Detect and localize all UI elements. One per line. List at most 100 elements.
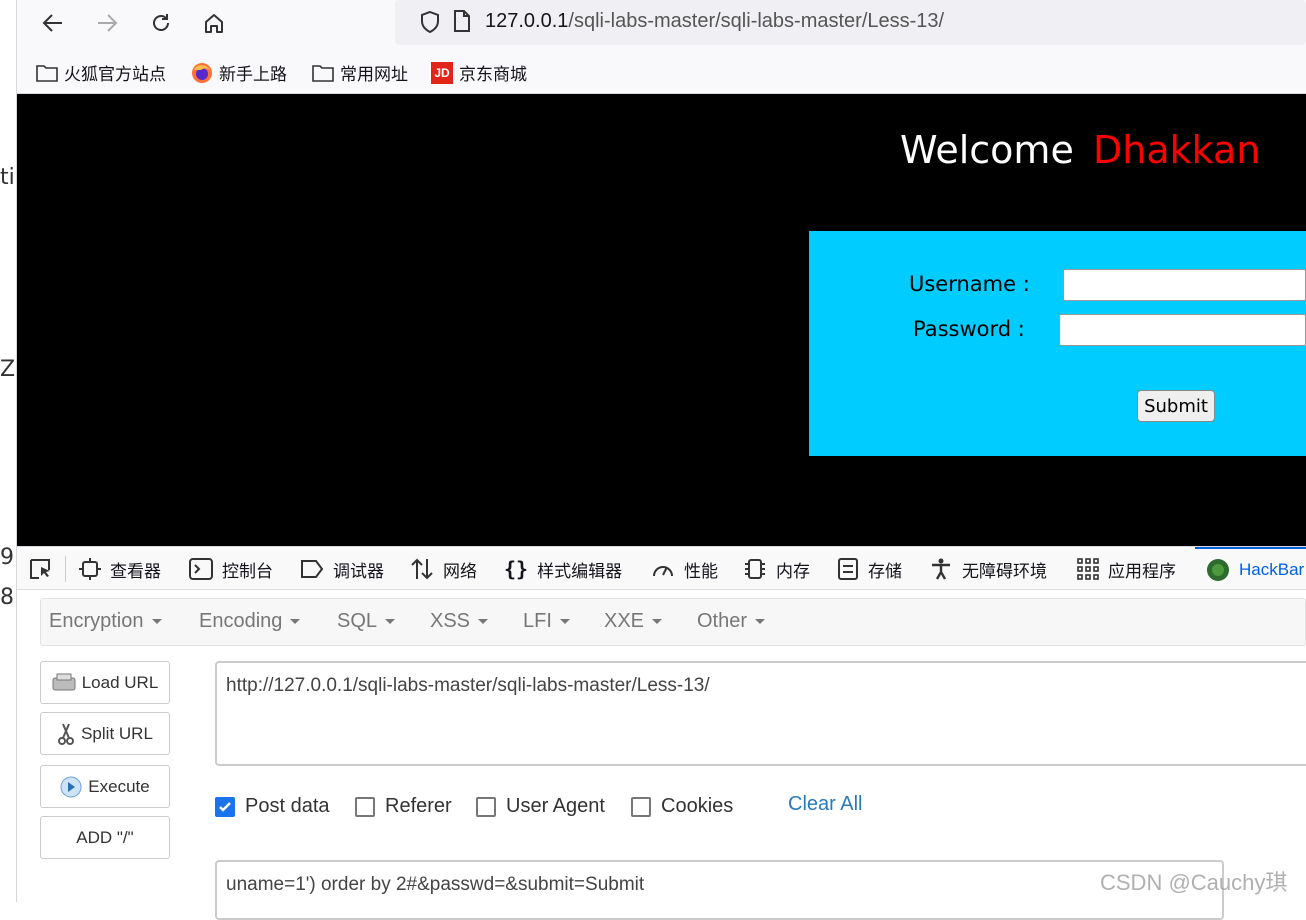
menu-encoding[interactable]: Encoding (199, 610, 301, 633)
url-text[interactable]: 127.0.0.1/sqli-labs-master/sqli-labs-mas… (485, 10, 944, 33)
page-icon[interactable] (453, 10, 471, 32)
caret-down-icon (755, 619, 766, 625)
referer-checkbox[interactable]: Referer (355, 795, 452, 818)
tab-memory[interactable]: 内存 (743, 547, 810, 591)
tab-network[interactable]: 网络 (410, 547, 477, 591)
tab-label: 无障碍环境 (962, 561, 1047, 581)
address-bar[interactable]: 127.0.0.1/sqli-labs-master/sqli-labs-mas… (395, 0, 1306, 45)
bookmark-label: 常用网址 (340, 65, 408, 84)
execute-button[interactable]: Execute (40, 765, 170, 808)
add-slash-button[interactable]: ADD "/" (40, 816, 170, 859)
tab-debugger[interactable]: 调试器 (300, 547, 384, 591)
bookmark-jd[interactable]: JD 京东商城 (431, 60, 527, 85)
tab-accessibility[interactable]: 无障碍环境 (929, 547, 1047, 591)
tab-label: 网络 (443, 561, 477, 581)
page-content: Welcome Dhakkan Username : Password : Su… (17, 94, 1306, 546)
login-form: Username : Password : Submit (809, 231, 1306, 456)
back-button[interactable] (36, 6, 70, 40)
menu-label: LFI (523, 610, 552, 632)
menu-other[interactable]: Other (697, 610, 766, 633)
hackbar-panel: Encryption Encoding SQL XSS LFI XXE Othe… (17, 590, 1306, 920)
caret-down-icon (290, 619, 301, 625)
shield-icon[interactable] (419, 10, 441, 34)
firefox-icon (191, 62, 213, 84)
bookmark-firefox-official[interactable]: 火狐官方站点 (36, 60, 166, 85)
folder-icon (312, 64, 334, 82)
hackbar-menu: Encryption Encoding SQL XSS LFI XXE Othe… (40, 598, 1306, 646)
button-label: Execute (88, 776, 150, 796)
menu-xss[interactable]: XSS (430, 610, 489, 633)
scissors-icon (57, 722, 75, 746)
bookmark-getting-started[interactable]: 新手上路 (191, 60, 287, 85)
username-label: Username : (909, 272, 1030, 296)
bookmark-common-sites[interactable]: 常用网址 (312, 60, 408, 85)
tab-label: 存储 (868, 561, 902, 581)
home-button[interactable] (197, 6, 231, 40)
menu-label: XSS (430, 610, 471, 632)
cookies-checkbox[interactable]: Cookies (631, 795, 733, 818)
folder-icon (36, 64, 58, 82)
background-window-edge: ti Z 9 8 (0, 0, 17, 902)
tab-divider (65, 556, 66, 582)
tab-application[interactable]: 应用程序 (1077, 547, 1176, 591)
url-textarea[interactable]: http://127.0.0.1/sqli-labs-master/sqli-l… (215, 661, 1306, 766)
submit-button[interactable]: Submit (1137, 390, 1215, 422)
menu-label: Encryption (49, 610, 144, 632)
password-input[interactable] (1059, 314, 1306, 346)
checkbox-label: Cookies (661, 795, 734, 817)
post-data-value: uname=1') order by 2#&passwd=&submit=Sub… (226, 874, 645, 895)
split-url-button[interactable]: Split URL (40, 712, 170, 755)
edge-text: 9 (0, 545, 14, 570)
checkbox-label: Post data (245, 795, 330, 817)
checkbox-unchecked-icon[interactable] (355, 796, 375, 817)
application-icon (1077, 558, 1099, 580)
tab-hackbar[interactable]: HackBar (1195, 547, 1306, 591)
element-picker-icon (29, 558, 53, 580)
tab-style-editor[interactable]: {} 样式编辑器 (504, 547, 622, 591)
arrow-left-icon (42, 14, 62, 32)
menu-xxe[interactable]: XXE (604, 610, 663, 633)
inspector-icon (79, 558, 101, 580)
reload-button[interactable] (144, 6, 178, 40)
button-label: ADD "/" (76, 827, 134, 847)
tab-performance[interactable]: 性能 (651, 547, 718, 591)
edge-text: 8 (0, 585, 14, 610)
arrow-right-icon (98, 14, 118, 32)
menu-encryption[interactable]: Encryption (49, 610, 162, 633)
caret-down-icon (559, 619, 570, 625)
menu-label: Other (697, 610, 748, 632)
load-url-button[interactable]: Load URL (40, 661, 170, 704)
tab-console[interactable]: 控制台 (189, 547, 273, 591)
clear-all-link[interactable]: Clear All (788, 793, 862, 816)
bookmark-label: 火狐官方站点 (64, 65, 166, 84)
devtools-tabbar: 查看器 控制台 调试器 网络 {} 样式编辑器 性能 内存 存储 无障碍环境 应… (17, 546, 1306, 590)
tab-storage[interactable]: 存储 (837, 547, 902, 591)
edge-text: Z (0, 357, 16, 382)
tab-label: HackBar (1239, 560, 1305, 579)
menu-sql[interactable]: SQL (337, 610, 396, 633)
checkbox-label: Referer (385, 795, 452, 817)
checkbox-unchecked-icon[interactable] (631, 796, 651, 817)
checkbox-checked-icon[interactable] (215, 796, 235, 817)
tab-inspector[interactable]: 查看器 (79, 547, 161, 591)
username-input[interactable] (1063, 269, 1306, 301)
accessibility-icon (929, 557, 953, 581)
forward-button[interactable] (90, 6, 124, 40)
watermark: CSDN @Cauchy琪 (1100, 870, 1288, 895)
welcome-name: Dhakkan (1093, 128, 1261, 172)
checkbox-label: User Agent (506, 795, 605, 817)
tab-label: 控制台 (222, 561, 273, 581)
element-picker-button[interactable] (29, 547, 62, 591)
tab-label: 内存 (776, 561, 810, 581)
tab-label: 样式编辑器 (537, 561, 623, 581)
bookmarks-bar: 火狐官方站点 新手上路 常用网址 JD 京东商城 (17, 46, 1306, 94)
url-path: /sqli-labs-master/sqli-labs-master/Less-… (568, 10, 945, 32)
user-agent-checkbox[interactable]: User Agent (476, 795, 605, 818)
post-data-textarea[interactable]: uname=1') order by 2#&passwd=&submit=Sub… (215, 860, 1224, 920)
menu-label: Encoding (199, 610, 283, 632)
caret-down-icon (151, 619, 162, 625)
post-data-checkbox[interactable]: Post data (215, 795, 330, 818)
menu-lfi[interactable]: LFI (523, 610, 570, 633)
checkbox-unchecked-icon[interactable] (476, 796, 496, 817)
welcome-text: Welcome (900, 128, 1074, 172)
